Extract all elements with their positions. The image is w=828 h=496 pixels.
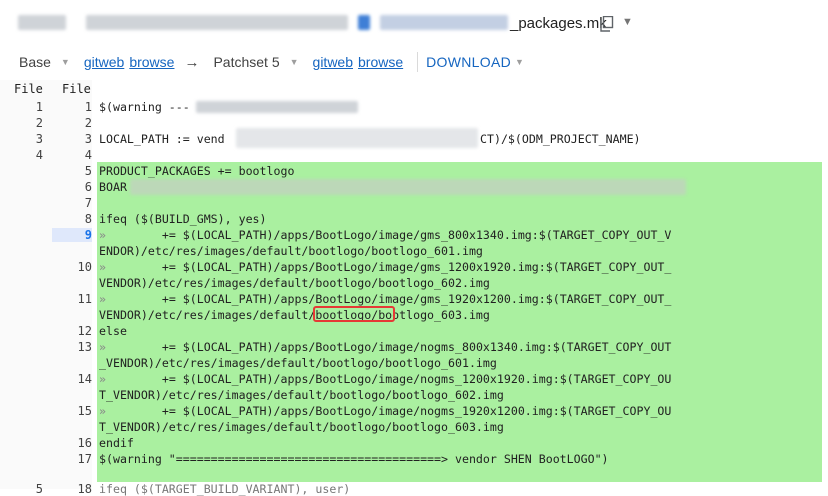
code-line: endif (99, 436, 134, 450)
code-text: += $(LOCAL_PATH)/apps/BootLogo/image/gms… (154, 228, 672, 242)
new-line-number[interactable]: 16 (62, 436, 92, 450)
tab-marker: » (99, 260, 106, 274)
new-line-number[interactable]: 15 (62, 404, 92, 418)
redacted-code-block (236, 128, 478, 148)
browse-link-2[interactable]: browse (358, 54, 403, 70)
code-line: ifeq ($(BUILD_GMS), yes) (99, 212, 267, 226)
code-line-tail: CT)/$(ODM_PROJECT_NAME) (480, 132, 641, 146)
new-line-number[interactable]: 4 (62, 148, 92, 162)
added-lines-highlight (97, 162, 822, 482)
base-selector[interactable]: Base (19, 54, 51, 70)
gitweb-link[interactable]: gitweb (84, 54, 124, 70)
old-line-number[interactable]: 2 (13, 116, 43, 130)
new-line-number[interactable]: 7 (62, 196, 92, 210)
new-line-number[interactable]: 12 (62, 324, 92, 338)
new-line-number[interactable]: 17 (62, 452, 92, 466)
tab-marker: » (99, 404, 106, 418)
code-line-wrap: ENDOR)/etc/res/images/default/bootlogo/b… (99, 244, 483, 258)
arrow-right-icon: → (184, 53, 200, 71)
new-line-number[interactable]: 14 (62, 372, 92, 386)
old-line-number[interactable]: 3 (13, 132, 43, 146)
code-line-wrap: T_VENDOR)/etc/res/images/default/bootlog… (99, 420, 504, 434)
code-line: LOCAL_PATH := vend (99, 132, 225, 146)
left-file-header: File (14, 82, 43, 96)
new-line-number-selected[interactable]: 9 (52, 228, 92, 242)
tab-marker: » (99, 292, 106, 306)
patchset-nav: Base ▼ gitweb browse → Patchset 5 ▼ gitw… (0, 46, 828, 78)
code-line: $(warning "=============================… (99, 452, 609, 466)
chevron-down-icon[interactable]: ▼ (515, 57, 524, 67)
code-line: PRODUCT_PACKAGES += bootlogo (99, 164, 295, 178)
code-text: += $(LOCAL_PATH)/apps/BootLogo/image/gms… (154, 292, 672, 306)
old-line-number[interactable]: 4 (13, 148, 43, 162)
right-file-header: File (62, 82, 91, 96)
code-line: » += $(LOCAL_PATH)/apps/BootLogo/image/g… (99, 260, 671, 274)
new-line-number[interactable]: 3 (62, 132, 92, 146)
code-line: BOAR (99, 180, 127, 194)
code-line-cutoff: ifeq ($(TARGET_BUILD_VARIANT), user) (99, 482, 351, 496)
new-line-number[interactable]: 18 (62, 482, 92, 496)
gitweb-link-2[interactable]: gitweb (313, 54, 353, 70)
code-line-wrap: VENDOR)/etc/res/images/default/bootlogo/… (99, 276, 490, 290)
chevron-down-icon[interactable]: ▼ (61, 57, 70, 67)
new-line-number[interactable]: 8 (62, 212, 92, 226)
code-text: += $(LOCAL_PATH)/apps/BootLogo/image/nog… (154, 404, 672, 418)
code-line-wrap: _VENDOR)/etc/res/images/default/bootlogo… (99, 356, 497, 370)
divider (417, 52, 419, 72)
old-line-number[interactable]: 1 (13, 100, 43, 114)
new-line-number[interactable]: 10 (62, 260, 92, 274)
redacted-path-block (380, 15, 508, 30)
old-line-number[interactable]: 5 (13, 482, 43, 496)
new-line-number[interactable]: 11 (62, 292, 92, 306)
annotation-box (313, 306, 395, 322)
code-text: += $(LOCAL_PATH)/apps/BootLogo/image/nog… (154, 340, 672, 354)
new-line-number[interactable]: 6 (62, 180, 92, 194)
title-bar: _packages.mk ▼ (0, 0, 828, 46)
redacted-path-block (358, 15, 370, 30)
code-line: » += $(LOCAL_PATH)/apps/BootLogo/image/g… (99, 292, 671, 306)
copy-icon[interactable] (600, 16, 614, 32)
code-text: += $(LOCAL_PATH)/apps/BootLogo/image/gms… (154, 260, 672, 274)
code-line-wrap: VENDOR)/etc/res/images/default/bootlogo/… (99, 308, 490, 322)
chevron-down-icon[interactable]: ▼ (622, 16, 633, 28)
code-text: += $(LOCAL_PATH)/apps/BootLogo/image/nog… (154, 372, 672, 386)
new-line-number[interactable]: 1 (62, 100, 92, 114)
file-name[interactable]: _packages.mk (510, 15, 607, 32)
code-line: else (99, 324, 127, 338)
redacted-code-block (196, 101, 358, 113)
tab-marker: » (99, 340, 106, 354)
new-line-number[interactable]: 13 (62, 340, 92, 354)
code-line: » += $(LOCAL_PATH)/apps/BootLogo/image/n… (99, 404, 671, 418)
download-button[interactable]: DOWNLOAD (426, 54, 511, 70)
code-line: » += $(LOCAL_PATH)/apps/BootLogo/image/n… (99, 340, 671, 354)
tab-marker: » (99, 228, 106, 242)
redacted-path-block (86, 15, 348, 30)
redacted-path-block (18, 15, 66, 30)
code-line-wrap: T_VENDOR)/etc/res/images/default/bootlog… (99, 388, 504, 402)
patchset-selector[interactable]: Patchset 5 (213, 54, 279, 70)
new-line-number[interactable]: 5 (62, 164, 92, 178)
code-line: » += $(LOCAL_PATH)/apps/BootLogo/image/g… (99, 228, 671, 242)
new-line-number[interactable]: 2 (62, 116, 92, 130)
redacted-code-block (130, 179, 686, 195)
code-line: $(warning --- (99, 100, 190, 114)
diff-view: File File 1 2 3 4 5 1 2 3 4 5 6 7 8 9 10… (0, 80, 828, 496)
code-line: » += $(LOCAL_PATH)/apps/BootLogo/image/n… (99, 372, 671, 386)
browse-link[interactable]: browse (129, 54, 174, 70)
tab-marker: » (99, 372, 106, 386)
chevron-down-icon[interactable]: ▼ (290, 57, 299, 67)
